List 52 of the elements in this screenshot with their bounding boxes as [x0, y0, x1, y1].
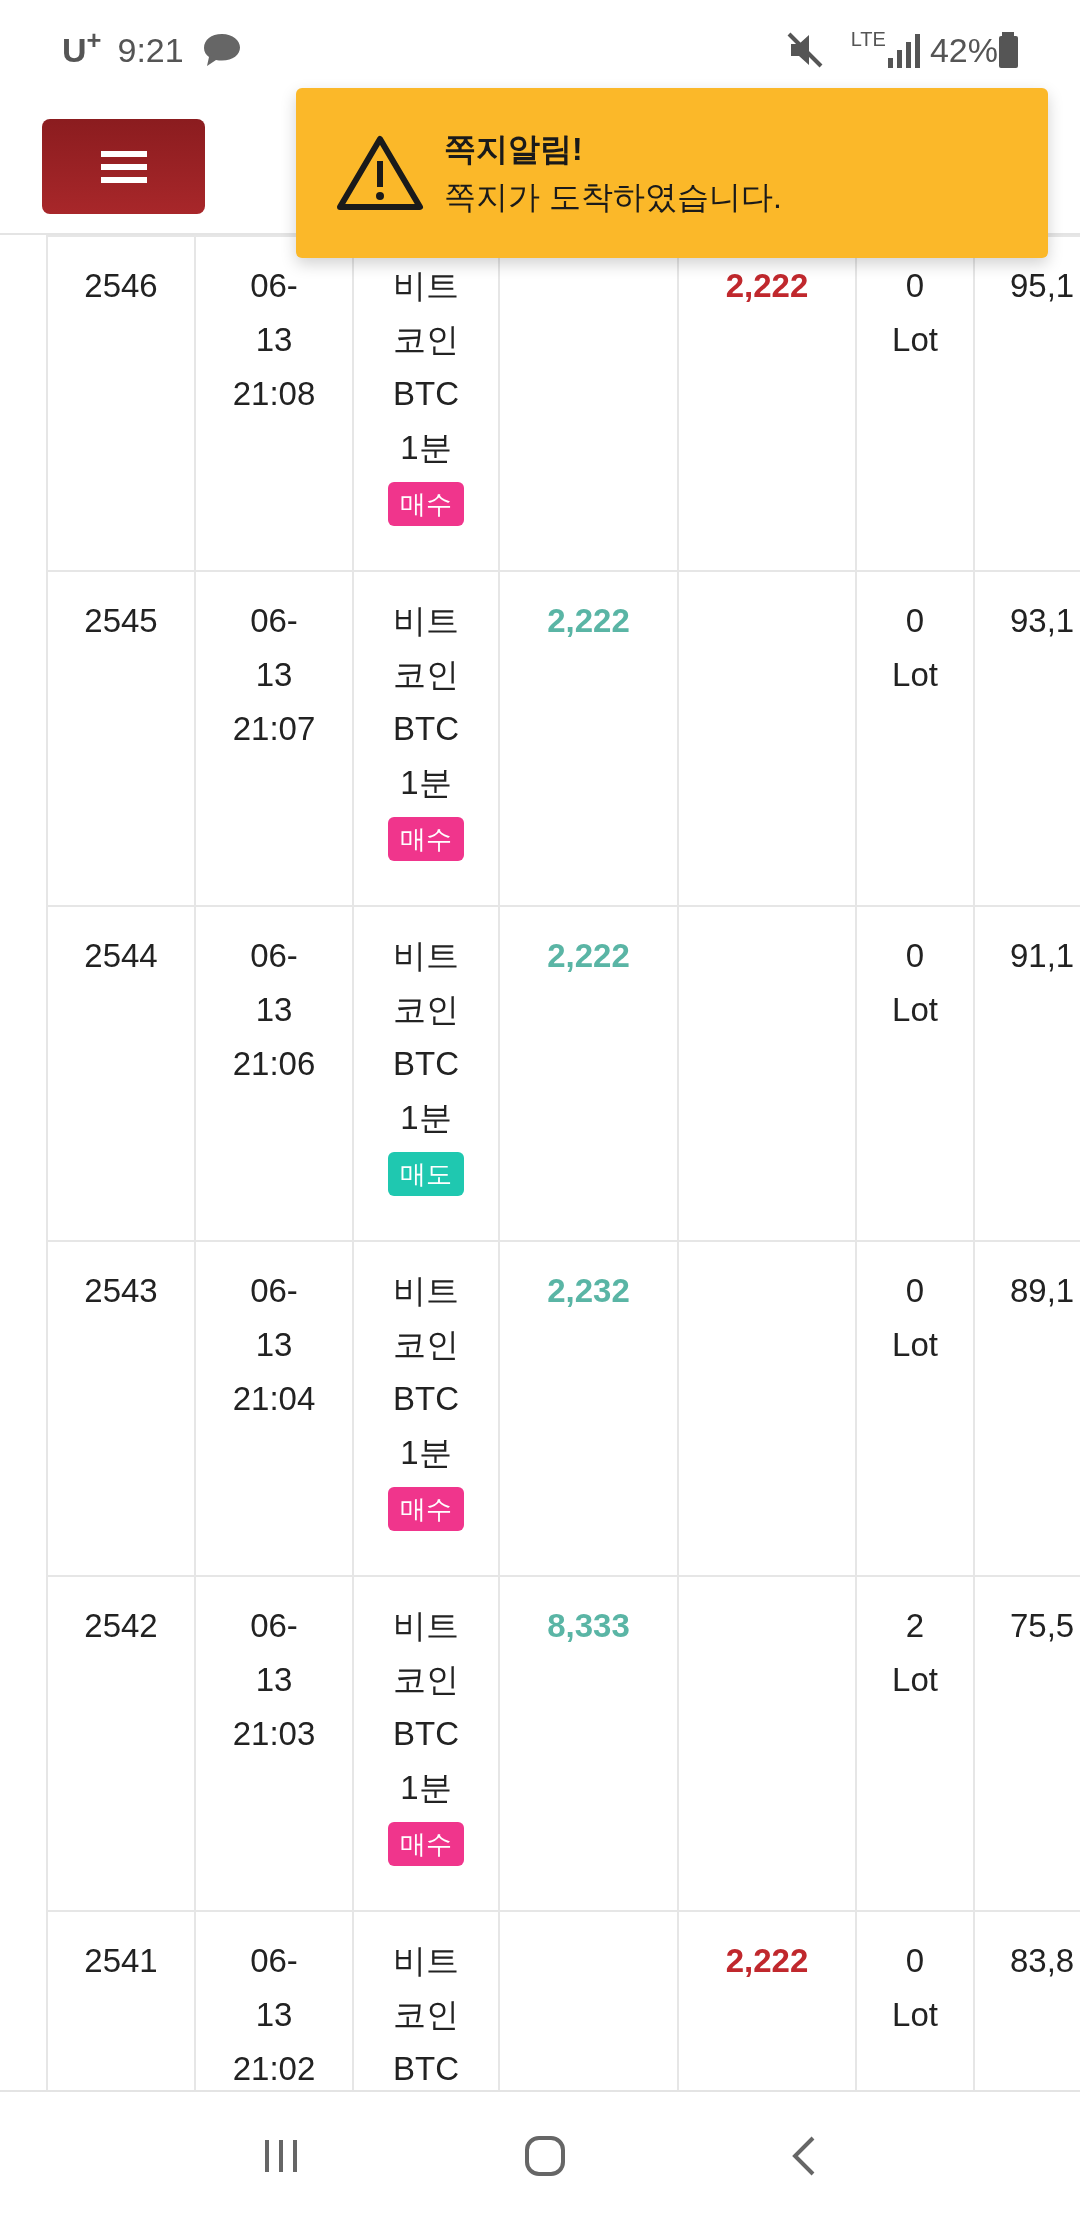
- lot-text: 0 Lot: [892, 1271, 938, 1365]
- network-label: LTE: [850, 27, 886, 52]
- loss-amount: 2,222: [725, 267, 809, 304]
- coin-name: 비트 코인 BTC: [393, 1941, 459, 2089]
- date-text: 06- 13 21:03: [232, 1606, 316, 1754]
- id-text: 2542: [84, 1607, 158, 1644]
- toast-title: 쪽지알림!: [444, 130, 584, 169]
- lot-text: 0 Lot: [892, 1941, 938, 2035]
- buy-badge: 매수: [388, 482, 464, 526]
- value-text: 83,8: [1010, 1942, 1075, 1979]
- battery-icon: [998, 30, 1020, 70]
- buy-badge: 매수: [388, 817, 464, 861]
- buy-badge: 매수: [388, 1487, 464, 1531]
- lot-text: 2 Lot: [892, 1606, 938, 1700]
- date-text: 06- 13 21:02: [232, 1941, 316, 2089]
- date-text: 06- 13 21:04: [232, 1271, 316, 1419]
- coin-name: 비트 코인 BTC 1분: [393, 1271, 459, 1473]
- loss-amount: 2,222: [725, 1942, 809, 1979]
- coin-name: 비트 코인 BTC 1분: [393, 1606, 459, 1808]
- coin-name: 비트 코인 BTC 1분: [393, 936, 459, 1138]
- value-text: 75,5: [1010, 1607, 1075, 1644]
- id-text: 2545: [84, 602, 158, 639]
- lot-text: 0 Lot: [892, 936, 938, 1030]
- menu-button[interactable]: [42, 119, 205, 214]
- profit-amount: 2,222: [547, 937, 630, 974]
- value-text: 91,1: [1010, 937, 1075, 974]
- buy-badge: 매수: [388, 1822, 464, 1866]
- menu-icon: [100, 148, 147, 185]
- sell-badge: 매도: [388, 1152, 464, 1196]
- id-text: 2543: [84, 1272, 158, 1309]
- date-text: 06- 13 21:06: [232, 936, 316, 1084]
- id-text: 2541: [84, 1942, 158, 1979]
- value-text: 95,1: [1010, 267, 1075, 304]
- battery-percent: 42%: [929, 29, 998, 71]
- clock-time: 9:21: [117, 29, 184, 71]
- date-text: 06- 13 21:07: [232, 601, 316, 749]
- home-icon: [523, 2134, 567, 2178]
- date-text: 06- 13 21:08: [232, 266, 316, 414]
- coin-name: 비트 코인 BTC 1분: [393, 266, 459, 468]
- warning-icon: [336, 133, 424, 213]
- profit-amount: 2,222: [547, 602, 630, 639]
- coin-name: 비트 코인 BTC 1분: [393, 601, 459, 803]
- profit-amount: 2,232: [547, 1272, 630, 1309]
- toast-message: 쪽지가 도착하였습니다.: [444, 178, 782, 217]
- value-text: 93,1: [1010, 602, 1075, 639]
- value-text: 89,1: [1010, 1272, 1075, 1309]
- carrier-label: U$^{+}$: [62, 24, 102, 71]
- profit-amount: 8,333: [547, 1607, 630, 1644]
- lot-text: 0 Lot: [892, 601, 938, 695]
- id-text: 2546: [84, 267, 158, 304]
- lot-text: 0 Lot: [892, 266, 938, 360]
- id-text: 2544: [84, 937, 158, 974]
